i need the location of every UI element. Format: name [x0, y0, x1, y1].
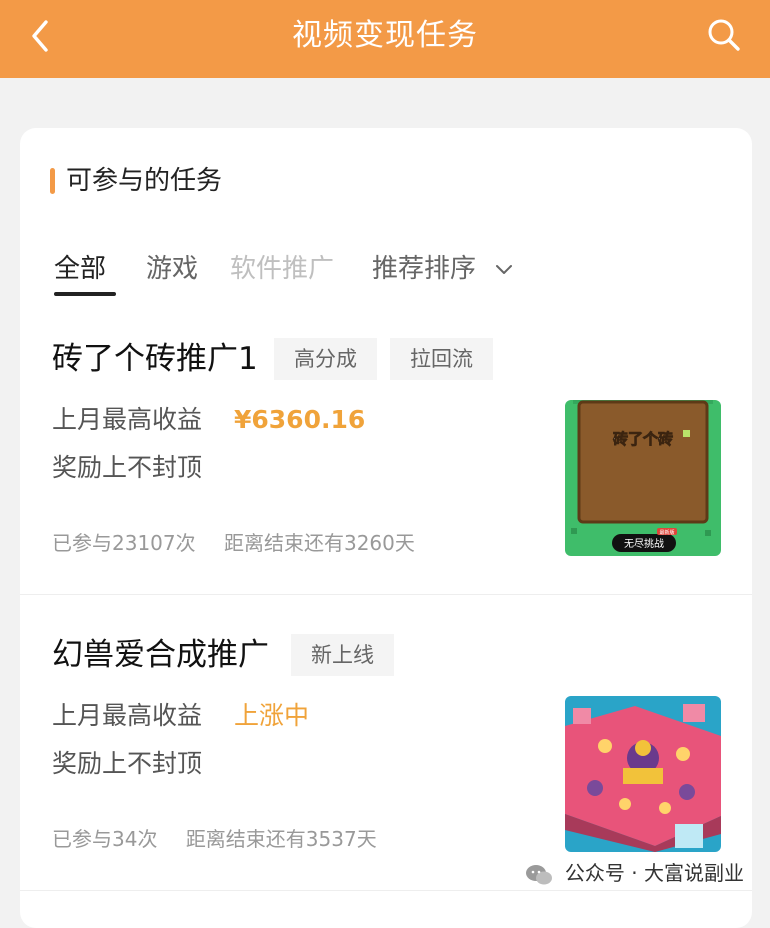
section-accent-bar: [50, 168, 55, 194]
task-meta: 已参与23107次 距离结束还有3260天: [52, 528, 415, 558]
reward-cap-note: 奖励上不封顶: [52, 453, 203, 482]
active-tab-indicator: [54, 292, 116, 296]
income-value: ¥6360.16: [234, 405, 366, 434]
sort-dropdown[interactable]: 推荐排序: [372, 246, 514, 292]
wechat-icon: [525, 864, 552, 884]
tab-label: 软件推广: [230, 254, 335, 284]
tab-all[interactable]: 全部: [54, 246, 116, 296]
filter-tabs: 全部 游戏 软件推广 推荐排序: [20, 246, 752, 302]
search-button[interactable]: [704, 15, 744, 55]
remaining-days: 距离结束还有3537天: [185, 827, 377, 851]
task-list-card: 可参与的任务 全部 游戏 软件推广 推荐排序 砖了个砖推广1 高分成 拉回流 上…: [20, 128, 752, 928]
task-title: 幻兽爱合成推广: [52, 637, 269, 673]
divider: [20, 890, 752, 891]
watermark: 公众号 · 大富说副业: [525, 858, 744, 888]
tab-label: 全部: [54, 254, 107, 284]
task-item[interactable]: 砖了个砖推广1 高分成 拉回流 上月最高收益 ¥6360.16 奖励上不封顶 已…: [20, 322, 752, 612]
thumbnail-badge: 无尽挑战: [624, 537, 664, 550]
tab-label: 游戏: [146, 254, 199, 284]
section-title: 可参与的任务: [66, 166, 223, 196]
task-tag: 新上线: [291, 634, 394, 676]
thumbnail-title: 砖了个砖: [613, 430, 673, 448]
page-title: 视频变现任务: [292, 18, 478, 53]
watermark-text: 公众号 · 大富说副业: [564, 861, 744, 885]
merge-game-thumbnail-image: [565, 696, 721, 852]
income-label: 上月最高收益: [52, 405, 203, 434]
reward-cap-note: 奖励上不封顶: [52, 749, 203, 778]
remaining-days: 距离结束还有3260天: [223, 531, 415, 555]
thumbnail-mini-label: 最新版: [659, 529, 674, 536]
tab-software-promotion[interactable]: 软件推广: [230, 246, 334, 292]
tab-games[interactable]: 游戏: [146, 246, 198, 292]
income-value: 上涨中: [234, 701, 310, 730]
income-label: 上月最高收益: [52, 701, 203, 730]
participant-count: 已参与34次: [52, 827, 158, 851]
task-tag: 拉回流: [390, 338, 493, 380]
game-thumbnail[interactable]: [565, 696, 721, 852]
chevron-down-icon: [496, 264, 513, 274]
search-icon: [708, 19, 740, 51]
task-tag: 高分成: [274, 338, 377, 380]
brick-game-thumbnail-image: 砖了个砖 无尽挑战 最新版: [565, 400, 721, 556]
task-title: 砖了个砖推广1: [52, 341, 258, 377]
task-meta: 已参与34次 距离结束还有3537天: [52, 824, 377, 854]
sort-label: 推荐排序: [372, 254, 477, 284]
participant-count: 已参与23107次: [52, 531, 196, 555]
divider: [20, 594, 752, 595]
game-thumbnail[interactable]: 砖了个砖 无尽挑战 最新版: [565, 400, 721, 556]
top-navigation-bar: 视频变现任务: [0, 0, 770, 78]
